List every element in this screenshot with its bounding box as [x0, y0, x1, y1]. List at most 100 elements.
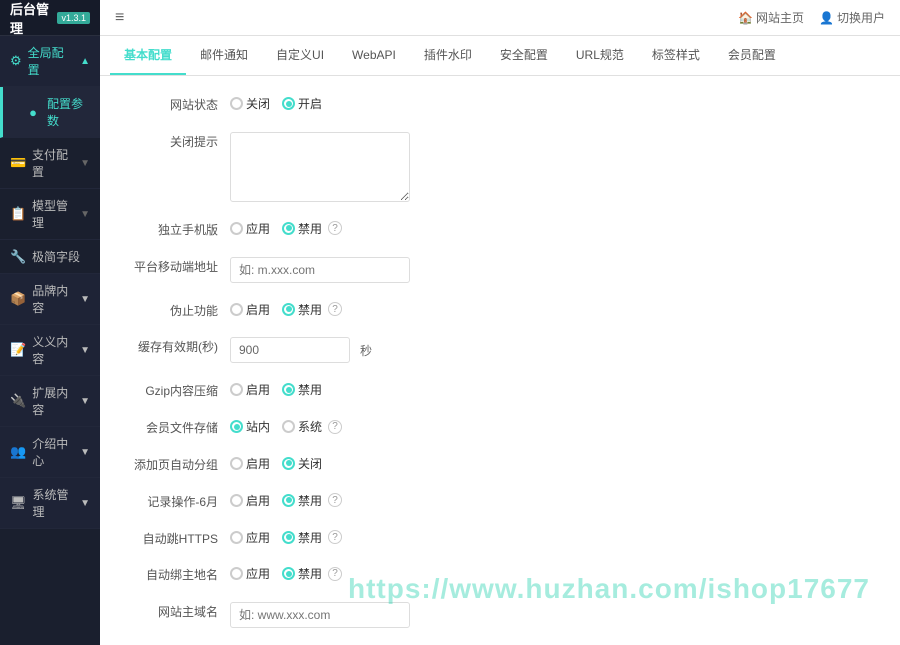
label-close-hint: 关闭提示 [120, 128, 230, 151]
close-hint-textarea[interactable] [230, 132, 410, 202]
sidebar-item-zhizhi[interactable]: 💳 支付配置 ▼ [0, 138, 100, 189]
radio-status-on[interactable]: 开启 [282, 95, 322, 112]
tab-tagstyle[interactable]: 标签样式 [638, 36, 714, 75]
control-gzip: 启用 禁用 [230, 377, 880, 398]
radio-record-enable[interactable]: 启用 [230, 492, 270, 509]
sidebar-item-pinpai-label: 品牌内容 [32, 282, 74, 316]
sidebar-item-xitong-label: 系统管理 [33, 486, 75, 520]
radio-record-disable[interactable]: 禁用 [282, 492, 322, 509]
chevron-down-icon7: ▼ [80, 498, 90, 509]
control-autogroup: 启用 关闭 [230, 451, 880, 472]
radio-circle-on [282, 97, 295, 110]
radio-autogroup-disable[interactable]: 关闭 [282, 455, 322, 472]
tab-security[interactable]: 安全配置 [486, 36, 562, 75]
radio-group-https: 应用 禁用 [230, 529, 322, 546]
form-row-record: 记录操作-6月 启用 禁用 ? [120, 488, 880, 511]
tab-url[interactable]: URL规范 [562, 36, 638, 75]
label-autogroup: 添加页自动分组 [120, 451, 230, 474]
radio-gzip-enable[interactable]: 启用 [230, 381, 270, 398]
radio-filestorage-system[interactable]: 系统 [282, 418, 322, 435]
radio-label-https-apply: 应用 [246, 529, 270, 546]
sidebar-title: 后台管理 [10, 0, 51, 37]
field-icon: 🔧 [10, 249, 26, 265]
radio-autodomain-disable[interactable]: 禁用 [282, 565, 322, 582]
radio-label-on: 开启 [298, 95, 322, 112]
sidebar: 后台管理 v1.3.1 ⚙ 全局配置 ▲ ● 配置参数 💳 支付配置 ▼ 📋 模… [0, 0, 100, 645]
form-row-autogroup: 添加页自动分组 启用 关闭 [120, 451, 880, 474]
tab-basic[interactable]: 基本配置 [110, 36, 186, 75]
cache-input[interactable] [230, 337, 350, 363]
radio-mobile-use[interactable]: 应用 [230, 220, 270, 237]
help-icon-pseudo[interactable]: ? [328, 302, 342, 316]
mobile-addr-input[interactable] [230, 257, 410, 283]
dot-icon: ● [25, 105, 41, 120]
radio-status-off[interactable]: 关闭 [230, 95, 270, 112]
radio-label-gzip-enable: 启用 [246, 381, 270, 398]
radio-circle-https-apply [230, 531, 243, 544]
menu-toggle-icon[interactable]: ≡ [115, 9, 124, 27]
radio-circle-record-disable [282, 494, 295, 507]
system-icon: 🖥 [10, 495, 27, 511]
tab-webapi[interactable]: WebAPI [338, 38, 410, 74]
sidebar-item-yiyi-label: 义义内容 [32, 333, 74, 367]
radio-circle-autogroup-disable [282, 457, 295, 470]
help-icon-autodomain[interactable]: ? [328, 567, 342, 581]
radio-https-apply[interactable]: 应用 [230, 529, 270, 546]
chevron-up-icon: ▲ [80, 56, 90, 67]
form-row-close-hint: 关闭提示 [120, 128, 880, 202]
radio-mobile-disable[interactable]: 禁用 [282, 220, 322, 237]
label-pseudo: 伪止功能 [120, 297, 230, 320]
chevron-down-icon5: ▼ [80, 396, 90, 407]
radio-label-pseudo-disable: 禁用 [298, 301, 322, 318]
sidebar-item-peizhi[interactable]: ● 配置参数 [0, 87, 100, 138]
help-icon-filestorage[interactable]: ? [328, 420, 342, 434]
label-filestorage: 会员文件存储 [120, 414, 230, 437]
sidebar-item-huiyuan[interactable]: 👥 介绍中心 ▼ [0, 427, 100, 478]
sidebar-item-moxing[interactable]: 📋 模型管理 ▼ [0, 189, 100, 240]
switch-user-link[interactable]: 👤 切换用户 [819, 9, 885, 26]
radio-pseudo-enable[interactable]: 启用 [230, 301, 270, 318]
radio-filestorage-local[interactable]: 站内 [230, 418, 270, 435]
sidebar-item-peizhi-label: 配置参数 [47, 95, 90, 129]
switch-user-label: 切换用户 [837, 9, 885, 26]
sidebar-item-quanju[interactable]: ⚙ 全局配置 ▲ [0, 36, 100, 87]
radio-pseudo-disable[interactable]: 禁用 [282, 301, 322, 318]
radio-autogroup-enable[interactable]: 启用 [230, 455, 270, 472]
cache-unit: 秒 [360, 342, 372, 359]
tabs-row: 基本配置 邮件通知 自定义UI WebAPI 插件水印 安全配置 URL规范 标… [100, 36, 900, 76]
radio-https-disable[interactable]: 禁用 [282, 529, 322, 546]
sidebar-item-kuozhan[interactable]: 🔌 扩展内容 ▼ [0, 376, 100, 427]
tab-homepage[interactable]: 自定义UI [262, 36, 338, 75]
card-icon: 💳 [10, 155, 26, 171]
tab-payment[interactable]: 会员配置 [714, 36, 790, 75]
form-row-status: 网站状态 关闭 开启 [120, 91, 880, 114]
label-mobile: 独立手机版 [120, 216, 230, 239]
label-autodomain: 自动绑主地名 [120, 561, 230, 584]
sidebar-item-pinpai[interactable]: 📦 品牌内容 ▼ [0, 274, 100, 325]
domain-input[interactable] [230, 602, 410, 628]
radio-gzip-disable[interactable]: 禁用 [282, 381, 322, 398]
model-icon: 📋 [10, 206, 26, 222]
label-mobile-addr: 平台移动端地址 [120, 253, 230, 276]
help-icon-https[interactable]: ? [328, 530, 342, 544]
tab-watermark[interactable]: 插件水印 [410, 36, 486, 75]
label-record: 记录操作-6月 [120, 488, 230, 511]
help-icon-mobile[interactable]: ? [328, 221, 342, 235]
sidebar-item-jijian[interactable]: 🔧 极简字段 [0, 240, 100, 274]
chevron-down-icon2: ▼ [80, 209, 90, 220]
tab-notify[interactable]: 邮件通知 [186, 36, 262, 75]
radio-circle-pseudo-enable [230, 303, 243, 316]
control-close-hint [230, 128, 880, 202]
site-home-link[interactable]: 🏠 网站主页 [738, 9, 804, 26]
radio-autodomain-apply[interactable]: 应用 [230, 565, 270, 582]
control-filestorage: 站内 系统 ? [230, 414, 880, 435]
sidebar-item-xitong[interactable]: 🖥 系统管理 ▼ [0, 478, 100, 529]
control-mobile: 应用 禁用 ? [230, 216, 880, 237]
help-icon-record[interactable]: ? [328, 493, 342, 507]
sidebar-item-yiyi[interactable]: 📝 义义内容 ▼ [0, 325, 100, 376]
radio-group-autodomain: 应用 禁用 [230, 565, 322, 582]
radio-circle-https-disable [282, 531, 295, 544]
radio-circle-pseudo-disable [282, 303, 295, 316]
chevron-down-icon4: ▼ [80, 345, 90, 356]
form-row-https: 自动跳HTTPS 应用 禁用 ? [120, 525, 880, 548]
